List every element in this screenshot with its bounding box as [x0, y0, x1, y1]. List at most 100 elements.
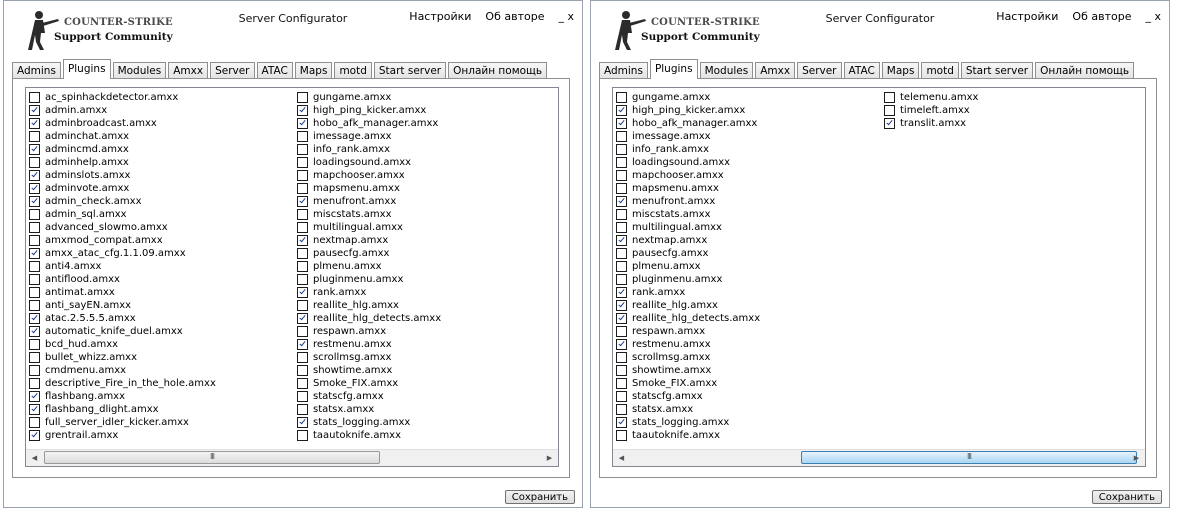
- plugin-item[interactable]: antimat.amxx: [29, 286, 216, 299]
- plugin-item[interactable]: ac_spinhackdetector.amxx: [29, 91, 216, 104]
- plugin-item[interactable]: automatic_knife_duel.amxx: [29, 325, 216, 338]
- plugin-checkbox[interactable]: [297, 248, 308, 259]
- tab-motd[interactable]: motd: [921, 62, 959, 78]
- plugin-item[interactable]: miscstats.amxx: [616, 208, 760, 221]
- plugin-checkbox[interactable]: [616, 131, 627, 142]
- plugin-checkbox[interactable]: [884, 118, 895, 129]
- horizontal-scrollbar[interactable]: ◀ III ▶: [613, 449, 1145, 466]
- plugin-checkbox[interactable]: [297, 417, 308, 428]
- tab-онлайн-помощь[interactable]: Онлайн помощь: [448, 62, 548, 78]
- plugin-checkbox[interactable]: [297, 365, 308, 376]
- save-button[interactable]: Сохранить: [504, 490, 575, 504]
- plugin-item[interactable]: loadingsound.amxx: [297, 156, 441, 169]
- tab-atac[interactable]: ATAC: [843, 62, 880, 78]
- plugin-item[interactable]: menufront.amxx: [297, 195, 441, 208]
- plugin-item[interactable]: hobo_afk_manager.amxx: [616, 117, 760, 130]
- plugin-checkbox[interactable]: [616, 339, 627, 350]
- plugin-checkbox[interactable]: [29, 222, 40, 233]
- plugin-checkbox[interactable]: [616, 209, 627, 220]
- plugin-item[interactable]: pluginmenu.amxx: [297, 273, 441, 286]
- window-controls[interactable]: _ x: [1145, 10, 1161, 23]
- scroll-thumb[interactable]: III: [44, 451, 380, 464]
- scroll-thumb[interactable]: III: [801, 451, 1137, 464]
- plugin-item[interactable]: imessage.amxx: [297, 130, 441, 143]
- tab-server[interactable]: Server: [210, 62, 255, 78]
- plugin-item[interactable]: flashbang.amxx: [29, 390, 216, 403]
- plugin-checkbox[interactable]: [297, 313, 308, 324]
- plugin-item[interactable]: anti4.amxx: [29, 260, 216, 273]
- plugin-checkbox[interactable]: [297, 196, 308, 207]
- plugin-checkbox[interactable]: [29, 404, 40, 415]
- plugin-item[interactable]: admin_sql.amxx: [29, 208, 216, 221]
- plugin-item[interactable]: gungame.amxx: [616, 91, 760, 104]
- plugin-item[interactable]: amxx_atac_cfg.1.1.09.amxx: [29, 247, 216, 260]
- plugin-item[interactable]: anti_sayEN.amxx: [29, 299, 216, 312]
- plugin-item[interactable]: adminhelp.amxx: [29, 156, 216, 169]
- plugin-checkbox[interactable]: [297, 131, 308, 142]
- plugin-checkbox[interactable]: [29, 235, 40, 246]
- plugin-item[interactable]: pausecfg.amxx: [297, 247, 441, 260]
- plugin-item[interactable]: adminvote.amxx: [29, 182, 216, 195]
- plugin-checkbox[interactable]: [29, 170, 40, 181]
- plugin-item[interactable]: timeleft.amxx: [884, 104, 978, 117]
- plugin-checkbox[interactable]: [29, 196, 40, 207]
- plugin-item[interactable]: high_ping_kicker.amxx: [616, 104, 760, 117]
- plugin-checkbox[interactable]: [616, 378, 627, 389]
- plugin-item[interactable]: antiflood.amxx: [29, 273, 216, 286]
- plugin-item[interactable]: plmenu.amxx: [616, 260, 760, 273]
- menu-settings[interactable]: Настройки: [409, 10, 471, 23]
- plugin-checkbox[interactable]: [616, 261, 627, 272]
- plugin-item[interactable]: scrollmsg.amxx: [297, 351, 441, 364]
- plugin-checkbox[interactable]: [29, 131, 40, 142]
- horizontal-scrollbar[interactable]: ◀ III ▶: [26, 449, 558, 466]
- tab-онлайн-помощь[interactable]: Онлайн помощь: [1035, 62, 1135, 78]
- plugin-item[interactable]: info_rank.amxx: [616, 143, 760, 156]
- plugin-item[interactable]: nextmap.amxx: [297, 234, 441, 247]
- plugin-item[interactable]: reallite_hlg_detects.amxx: [297, 312, 441, 325]
- plugin-checkbox[interactable]: [297, 287, 308, 298]
- tab-amxx[interactable]: Amxx: [168, 62, 209, 78]
- menu-about[interactable]: Об авторе: [485, 10, 544, 23]
- plugin-checkbox[interactable]: [297, 157, 308, 168]
- plugin-checkbox[interactable]: [616, 170, 627, 181]
- plugin-item[interactable]: restmenu.amxx: [616, 338, 760, 351]
- plugin-checkbox[interactable]: [297, 430, 308, 441]
- plugin-checkbox[interactable]: [29, 248, 40, 259]
- plugin-checkbox[interactable]: [29, 326, 40, 337]
- plugin-checkbox[interactable]: [29, 378, 40, 389]
- plugin-checkbox[interactable]: [616, 430, 627, 441]
- plugin-checkbox[interactable]: [616, 92, 627, 103]
- tab-server[interactable]: Server: [797, 62, 842, 78]
- tab-modules[interactable]: Modules: [112, 62, 167, 78]
- plugin-checkbox[interactable]: [616, 248, 627, 259]
- plugin-checkbox[interactable]: [616, 365, 627, 376]
- save-button[interactable]: Сохранить: [1091, 490, 1162, 504]
- plugin-checkbox[interactable]: [616, 313, 627, 324]
- plugin-checkbox[interactable]: [29, 365, 40, 376]
- scroll-right-arrow-icon[interactable]: ▶: [541, 450, 558, 466]
- plugin-item[interactable]: admincmd.amxx: [29, 143, 216, 156]
- plugin-checkbox[interactable]: [297, 92, 308, 103]
- plugin-checkbox[interactable]: [29, 313, 40, 324]
- plugin-item[interactable]: multilingual.amxx: [297, 221, 441, 234]
- plugin-item[interactable]: showtime.amxx: [616, 364, 760, 377]
- plugin-checkbox[interactable]: [29, 157, 40, 168]
- plugin-item[interactable]: amxmod_compat.amxx: [29, 234, 216, 247]
- plugin-item[interactable]: Smoke_FIX.amxx: [297, 377, 441, 390]
- plugin-item[interactable]: translit.amxx: [884, 117, 978, 130]
- tab-modules[interactable]: Modules: [699, 62, 754, 78]
- plugin-checkbox[interactable]: [297, 378, 308, 389]
- plugin-checkbox[interactable]: [29, 261, 40, 272]
- plugin-checkbox[interactable]: [616, 274, 627, 285]
- tab-maps[interactable]: Maps: [881, 62, 920, 78]
- plugin-item[interactable]: nextmap.amxx: [616, 234, 760, 247]
- plugin-checkbox[interactable]: [29, 274, 40, 285]
- plugin-checkbox[interactable]: [297, 183, 308, 194]
- plugin-item[interactable]: plmenu.amxx: [297, 260, 441, 273]
- plugin-item[interactable]: menufront.amxx: [616, 195, 760, 208]
- plugin-item[interactable]: statsx.amxx: [616, 403, 760, 416]
- tab-plugins[interactable]: Plugins: [649, 59, 698, 79]
- tab-amxx[interactable]: Amxx: [755, 62, 796, 78]
- plugin-checkbox[interactable]: [616, 326, 627, 337]
- plugin-checkbox[interactable]: [616, 222, 627, 233]
